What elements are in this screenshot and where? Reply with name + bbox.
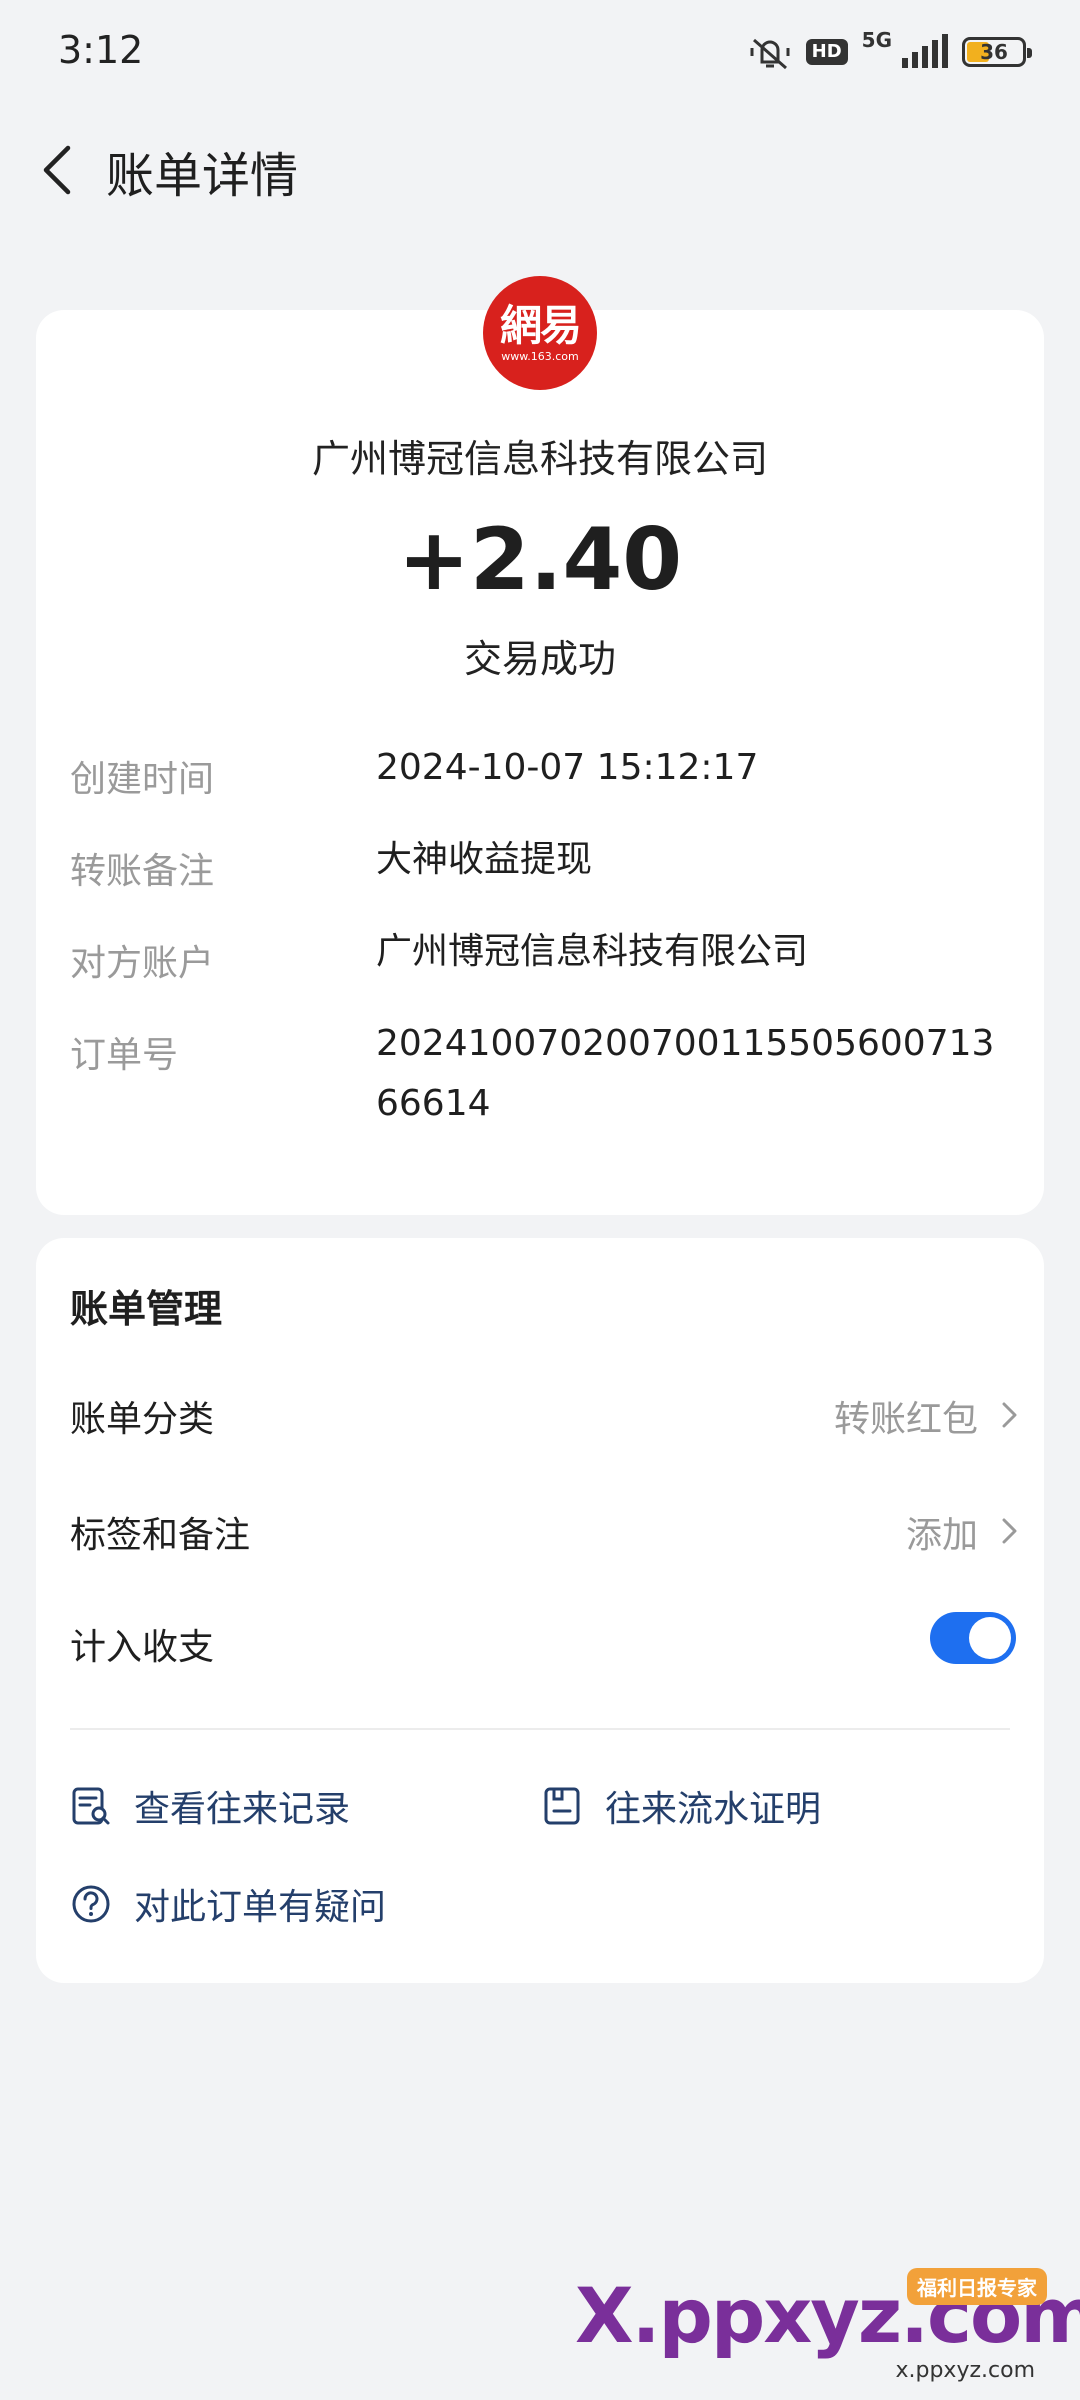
page-title: 账单详情 [106,148,299,204]
network-type-label: 5G [861,28,892,52]
chevron-right-icon [1002,1402,1017,1428]
logo-subtext: www.163.com [501,349,579,363]
transaction-proof-label: 往来流水证明 [605,1789,822,1830]
view-records-label: 查看往来记录 [134,1789,351,1830]
transaction-proof-link[interactable]: 往来流水证明 [541,1776,821,1836]
detail-value: 2024-10-07 15:12:17 [376,747,759,788]
tags-notes-row[interactable]: 标签和备注 添加 [70,1494,1050,1564]
toggle-knob [969,1617,1011,1659]
transaction-status: 交易成功 [463,637,616,681]
divider [70,1728,1010,1730]
detail-label: 转账备注 [70,851,215,892]
signal-icon [902,34,948,68]
document-icon [544,1787,580,1825]
order-question-label: 对此订单有疑问 [134,1887,387,1928]
bill-category-label: 账单分类 [70,1399,215,1440]
status-time: 3:12 [58,28,144,72]
order-question-link[interactable]: 对此订单有疑问 [70,1874,386,1934]
question-circle-icon [72,1885,110,1923]
battery-level: 36 [980,40,1008,64]
section-title: 账单管理 [70,1287,223,1331]
site-watermark: X.ppxyz.com 福利日报专家 x.ppxyz.com [575,2268,1080,2388]
detail-label: 创建时间 [70,759,215,800]
transaction-amount: +2.40 [397,510,683,610]
mute-vibrate-icon [750,38,790,70]
battery-icon: 36 [962,37,1032,67]
detail-label: 订单号 [70,1035,179,1076]
chevron-right-icon [1002,1518,1017,1544]
status-bar: 3:12 HD 5G 36 [0,0,1080,100]
back-button[interactable] [30,140,90,200]
bill-management-card: 账单管理 账单分类 转账红包 标签和备注 添加 计入收支 查看往来记录 往来流水… [36,1238,1044,1983]
merchant-name: 广州博冠信息科技有限公司 [311,437,768,481]
records-search-icon [72,1787,110,1825]
bill-category-value: 转账红包 [833,1399,978,1440]
order-number-value: 20241007020070011550560071366614 [376,1023,995,1124]
status-icons: HD 5G 36 [748,28,1032,74]
watermark-badge: 福利日报专家 [907,2268,1047,2305]
watermark-sub-text: x.ppxyz.com [895,2358,1035,2383]
transaction-card: 網易 www.163.com 广州博冠信息科技有限公司 +2.40 交易成功 创… [36,276,1044,1215]
include-in-stats-toggle[interactable] [930,1612,1016,1664]
detail-value: 大神收益提现 [376,839,593,880]
logo-text: 網易 [499,300,582,350]
app-header: 账单详情 [0,120,1080,220]
hd-badge: HD [805,39,848,65]
detail-value: 广州博冠信息科技有限公司 [376,931,809,972]
merchant-logo: 網易 www.163.com [483,276,597,390]
include-in-stats-label: 计入收支 [70,1627,215,1668]
detail-label: 对方账户 [70,943,215,984]
bill-category-row[interactable]: 账单分类 转账红包 [70,1378,1050,1448]
include-in-stats-row: 计入收支 [70,1606,1050,1676]
tags-notes-value: 添加 [905,1515,978,1556]
view-records-link[interactable]: 查看往来记录 [70,1776,350,1836]
tags-notes-label: 标签和备注 [70,1515,251,1556]
